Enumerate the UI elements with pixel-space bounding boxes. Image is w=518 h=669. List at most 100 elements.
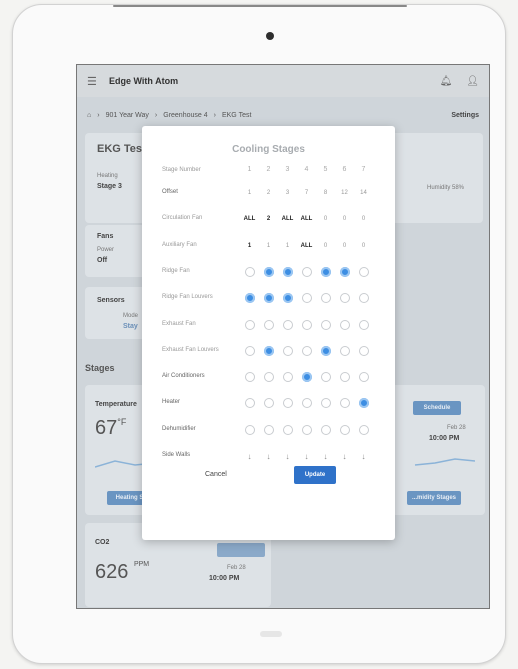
update-button[interactable]: Update — [294, 466, 336, 484]
menu-icon[interactable]: ☰ — [87, 75, 99, 88]
stage-toggle-on[interactable] — [358, 398, 369, 409]
stage-toggle-off[interactable] — [301, 266, 312, 277]
stage-cell-value[interactable]: 0 — [316, 237, 335, 255]
stage-cell-value[interactable]: 1 — [240, 237, 259, 255]
stage-toggle-on[interactable] — [320, 345, 331, 356]
stage-toggle-off[interactable] — [301, 345, 312, 356]
stage-toggle-off[interactable] — [282, 424, 293, 435]
stage-cell — [335, 421, 354, 439]
stage-row: Exhaust Fan — [142, 316, 395, 334]
stage-cell-value[interactable]: 12 — [335, 184, 354, 202]
stage-cell-value[interactable]: 0 — [354, 210, 373, 228]
stage-toggle-off[interactable] — [358, 293, 369, 304]
stage-toggle-on[interactable] — [282, 266, 293, 277]
stage-toggle-off[interactable] — [339, 398, 350, 409]
schedule-button[interactable]: Schedule — [413, 401, 461, 415]
stage-toggle-on[interactable] — [263, 266, 274, 277]
stage-cell-value[interactable]: ALL — [297, 210, 316, 228]
arrow-down-icon[interactable]: ↓ — [240, 447, 259, 465]
stage-toggle-off[interactable] — [263, 372, 274, 383]
row-label: Exhaust Fan — [162, 320, 196, 327]
mode-value[interactable]: Stay — [123, 323, 138, 330]
stage-toggle-off[interactable] — [301, 293, 312, 304]
stage-cell-value[interactable]: 2 — [259, 210, 278, 228]
stage-cell-value[interactable]: 8 — [316, 184, 335, 202]
stage-toggle-off[interactable] — [301, 424, 312, 435]
breadcrumb-item[interactable]: EKG Test — [222, 112, 251, 119]
stage-toggle-off[interactable] — [320, 319, 331, 330]
stage-toggle-on[interactable] — [320, 266, 331, 277]
stage-toggle-off[interactable] — [282, 319, 293, 330]
arrow-down-icon[interactable]: ↓ — [297, 447, 316, 465]
stage-toggle-off[interactable] — [282, 345, 293, 356]
stage-toggle-off[interactable] — [244, 372, 255, 383]
stage-cell-value[interactable]: 1 — [278, 237, 297, 255]
stage-cell-value[interactable]: 2 — [259, 184, 278, 202]
stage-toggle-on[interactable] — [301, 372, 312, 383]
arrow-down-icon[interactable]: ↓ — [259, 447, 278, 465]
stage-toggle-off[interactable] — [358, 266, 369, 277]
bell-icon[interactable]: 🔔︎ — [440, 76, 453, 87]
stage-toggle-off[interactable] — [301, 319, 312, 330]
stage-toggle-on[interactable] — [263, 293, 274, 304]
arrow-down-icon[interactable]: ↓ — [316, 447, 335, 465]
stage-cell-value[interactable]: 3 — [278, 184, 297, 202]
stage-toggle-off[interactable] — [263, 424, 274, 435]
stage-cell-value[interactable]: 0 — [335, 237, 354, 255]
breadcrumb-item[interactable]: Greenhouse 4 — [163, 112, 207, 119]
arrow-down-icon[interactable]: ↓ — [278, 447, 297, 465]
stage-cell — [278, 316, 297, 334]
stage-cell-value[interactable]: ALL — [297, 237, 316, 255]
stage-toggle-off[interactable] — [244, 345, 255, 356]
stage-cell-value[interactable]: ALL — [278, 210, 297, 228]
stage-toggle-on[interactable] — [282, 293, 293, 304]
stage-toggle-off[interactable] — [282, 398, 293, 409]
stage-toggle-on[interactable] — [339, 266, 350, 277]
home-button[interactable] — [260, 631, 282, 637]
stage-toggle-off[interactable] — [339, 319, 350, 330]
stage-toggle-off[interactable] — [244, 266, 255, 277]
home-icon[interactable]: ⌂ — [87, 112, 91, 119]
arrow-down-icon[interactable]: ↓ — [335, 447, 354, 465]
stage-cell-value[interactable]: 1 — [240, 184, 259, 202]
stage-cell-value[interactable]: 0 — [354, 237, 373, 255]
stage-cell-value[interactable]: 14 — [354, 184, 373, 202]
user-icon[interactable]: 👤︎ — [466, 76, 479, 87]
stage-toggle-off[interactable] — [244, 319, 255, 330]
stage-toggle-off[interactable] — [320, 398, 331, 409]
stage-cell-value[interactable]: 7 — [297, 184, 316, 202]
breadcrumb-item[interactable]: 901 Year Way — [106, 112, 149, 119]
stage-cell-value[interactable]: 0 — [316, 210, 335, 228]
settings-link[interactable]: Settings — [451, 112, 479, 119]
stage-toggle-off[interactable] — [339, 345, 350, 356]
stage-toggle-off[interactable] — [244, 398, 255, 409]
co2-schedule-button[interactable] — [217, 543, 265, 557]
stage-cell-value[interactable]: 1 — [259, 237, 278, 255]
stage-toggle-off[interactable] — [263, 319, 274, 330]
co2-value: 626 PPM — [95, 561, 150, 583]
cancel-button[interactable]: Cancel — [205, 471, 227, 478]
stage-toggle-off[interactable] — [358, 424, 369, 435]
stage-cell-value[interactable]: ALL — [240, 210, 259, 228]
stage-toggle-off[interactable] — [301, 398, 312, 409]
arrow-down-icon[interactable]: ↓ — [354, 447, 373, 465]
stage-toggle-off[interactable] — [339, 372, 350, 383]
stage-toggle-off[interactable] — [358, 345, 369, 356]
stage-row: Air Conditioners — [142, 368, 395, 386]
stage-toggle-off[interactable] — [320, 372, 331, 383]
stage-toggle-on[interactable] — [244, 293, 255, 304]
stage-toggle-off[interactable] — [339, 424, 350, 435]
stage-row: Side Walls ↓ ↓ ↓ ↓ ↓ ↓ ↓ — [142, 447, 395, 465]
humidity-stages-button[interactable]: ...midity Stages — [407, 491, 461, 505]
stage-cell-value[interactable]: 0 — [335, 210, 354, 228]
stage-toggle-off[interactable] — [320, 424, 331, 435]
stage-toggle-off[interactable] — [263, 398, 274, 409]
stage-toggle-off[interactable] — [320, 293, 331, 304]
stage-toggle-off[interactable] — [244, 424, 255, 435]
stage-toggle-on[interactable] — [263, 345, 274, 356]
stage-toggle-off[interactable] — [339, 293, 350, 304]
stage-number: 5 — [323, 166, 328, 173]
stage-toggle-off[interactable] — [282, 372, 293, 383]
stage-toggle-off[interactable] — [358, 372, 369, 383]
stage-toggle-off[interactable] — [358, 319, 369, 330]
